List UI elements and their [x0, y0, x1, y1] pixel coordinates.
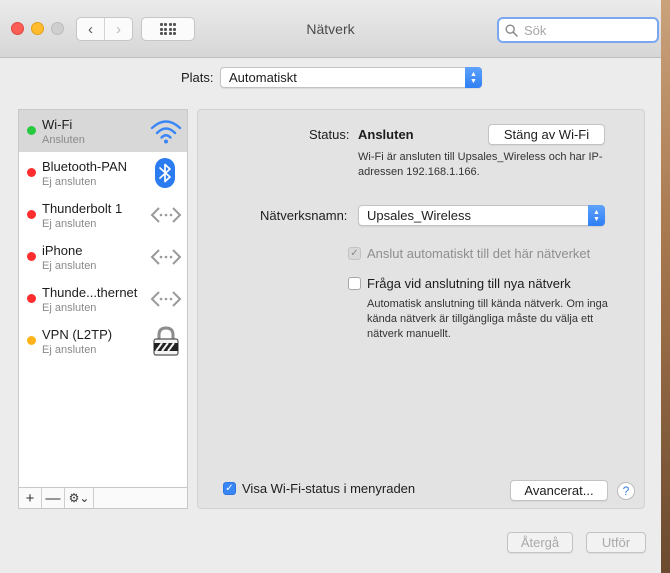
service-list-toolbar: + — ⚙︎⌄ — [18, 488, 188, 509]
ask-to-join-description: Automatisk anslutning till kända nätverk… — [367, 298, 608, 340]
search-icon — [505, 23, 518, 37]
network-name-value: Upsales_Wireless — [367, 208, 472, 223]
checkmark-icon: ✓ — [348, 247, 361, 260]
network-name-label: Nätverksnamn: — [260, 208, 348, 223]
list-item-iphone[interactable]: iPhone Ej ansluten — [19, 236, 187, 278]
help-button[interactable]: ? — [617, 482, 635, 500]
status-dot — [27, 126, 36, 135]
search-field[interactable] — [497, 17, 659, 43]
service-name: iPhone — [42, 243, 83, 258]
ethernet-arrows-icon — [150, 207, 182, 223]
title-bar: ‹ › Nätverk — [0, 0, 661, 58]
gear-menu-button[interactable]: ⚙︎⌄ — [65, 488, 94, 508]
vpn-lock-icon — [153, 326, 179, 356]
auto-join-label: Anslut automatiskt till det här nätverke… — [367, 246, 591, 261]
service-status: Ej ansluten — [42, 344, 97, 356]
location-value: Automatiskt — [229, 70, 297, 85]
popup-stepper-icon: ▲ ▼ — [588, 205, 605, 226]
status-description: Wi-Fi är ansluten till Upsales_Wireless … — [358, 151, 603, 178]
list-item-vpn-l2tp[interactable]: VPN (L2TP) Ej ansluten — [19, 320, 187, 362]
add-service-button[interactable]: + — [19, 488, 42, 508]
list-item-wifi[interactable]: Wi-Fi Ansluten — [19, 110, 187, 152]
status-label: Status: — [309, 127, 350, 142]
service-name: Thunderbolt 1 — [42, 201, 123, 216]
ask-to-join-label: Fråga vid anslutning till nya nätverk — [367, 276, 571, 291]
list-item-bluetooth-pan[interactable]: Bluetooth-PAN Ej ansluten — [19, 152, 187, 194]
ethernet-arrows-icon — [150, 291, 182, 307]
ethernet-arrows-icon — [150, 249, 182, 265]
network-name-popup[interactable]: Upsales_Wireless ▲ ▼ — [358, 205, 605, 226]
wifi-icon — [150, 120, 182, 144]
apply-button[interactable]: Utför — [586, 532, 646, 553]
status-dot — [27, 210, 36, 219]
location-popup[interactable]: Automatiskt ▲ ▼ — [220, 67, 482, 88]
status-value: Ansluten — [358, 127, 414, 142]
location-label: Plats: — [181, 70, 214, 85]
show-wifi-status-checkbox[interactable]: ✓ Visa Wi-Fi-status i menyraden — [223, 481, 415, 496]
service-status: Ej ansluten — [42, 302, 97, 314]
auto-join-checkbox[interactable]: ✓ Anslut automatiskt till det här nätver… — [348, 246, 590, 261]
status-dot — [27, 252, 36, 261]
advanced-button[interactable]: Avancerat... — [510, 480, 608, 501]
service-status: Ej ansluten — [42, 176, 97, 188]
show-wifi-status-label: Visa Wi-Fi-status i menyraden — [242, 481, 416, 496]
remove-service-button[interactable]: — — [42, 488, 65, 508]
service-list: Wi-Fi Ansluten Bluetooth-PAN Ej ansluten… — [18, 109, 188, 488]
service-name: Thunde...thernet — [42, 285, 138, 300]
service-name: VPN (L2TP) — [42, 327, 113, 342]
status-dot — [27, 294, 36, 303]
status-dot — [27, 168, 36, 177]
service-name: Bluetooth-PAN — [42, 159, 128, 174]
service-status: Ej ansluten — [42, 260, 97, 272]
revert-button[interactable]: Återgå — [507, 532, 573, 553]
checkmark-icon: ✓ — [223, 482, 236, 495]
checkbox-box — [348, 277, 361, 290]
list-item-thunderbolt-1[interactable]: Thunderbolt 1 Ej ansluten — [19, 194, 187, 236]
service-name: Wi-Fi — [42, 117, 73, 132]
bluetooth-icon — [155, 158, 175, 188]
gear-icon: ⚙︎⌄ — [68, 491, 90, 505]
network-preferences-window: ‹ › Nätverk Plats: Automatiskt ▲▼ Wi-Fi … — [0, 0, 661, 573]
service-status: Ej ansluten — [42, 218, 97, 230]
turn-off-wifi-button[interactable]: Stäng av Wi-Fi — [488, 124, 605, 145]
status-dot — [27, 336, 36, 345]
ask-to-join-checkbox[interactable]: Fråga vid anslutning till nya nätverk — [348, 276, 571, 291]
list-item-thunderbolt-ethernet[interactable]: Thunde...thernet Ej ansluten — [19, 278, 187, 320]
service-status: Ansluten — [42, 134, 85, 146]
search-input[interactable] — [522, 21, 642, 39]
popup-stepper-icon: ▲ ▼ — [465, 67, 482, 88]
